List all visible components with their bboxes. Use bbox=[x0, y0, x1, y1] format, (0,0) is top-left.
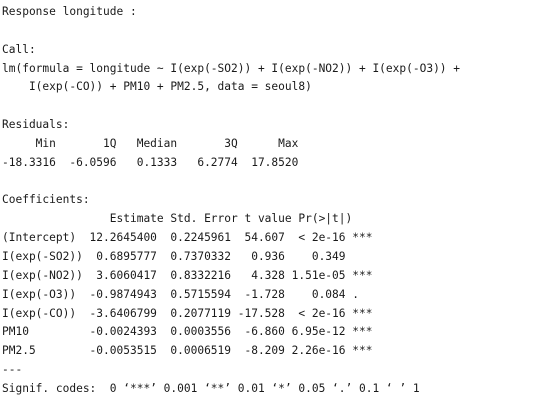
residuals-values-row: -18.3316 -6.0596 0.1333 6.2774 17.8520 bbox=[2, 155, 306, 169]
call-formula-line-1: lm(formula = longitude ~ I(exp(-SO2)) + … bbox=[2, 61, 461, 75]
coef-row-no2: I(exp(-NO2)) 3.6060417 0.8332216 4.328 1… bbox=[2, 268, 373, 282]
coef-row-o3: I(exp(-O3)) -0.9874943 0.5715594 -1.728 … bbox=[2, 287, 373, 301]
signif-codes-line: Signif. codes: 0 ‘***’ 0.001 ‘**’ 0.01 ‘… bbox=[2, 381, 420, 395]
r-console-output: Response longitude : Call: lm(formula = lo… bbox=[2, 3, 460, 399]
call-formula-line-2: I(exp(-CO)) + PM10 + PM2.5, data = seoul… bbox=[2, 80, 312, 94]
coef-row-pm10: PM10 -0.0024393 0.0003556 -6.860 6.95e-1… bbox=[2, 325, 373, 339]
coef-row-intercept: (Intercept) 12.2645400 0.2245961 54.607 … bbox=[2, 231, 373, 245]
coef-row-co: I(exp(-CO)) -3.6406799 0.2077119 -17.528… bbox=[2, 306, 373, 320]
response-header: Response longitude : bbox=[2, 5, 137, 18]
separator-line: --- bbox=[2, 363, 23, 377]
residuals-header-row: Min 1Q Median 3Q Max bbox=[2, 136, 306, 150]
coefficients-label: Coefficients: bbox=[2, 193, 90, 207]
call-label: Call: bbox=[2, 42, 36, 56]
coef-row-pm25: PM2.5 -0.0053515 0.0006519 -8.209 2.26e-… bbox=[2, 344, 373, 358]
coefficients-header-row: Estimate Std. Error t value Pr(>|t|) bbox=[2, 212, 380, 226]
residuals-label: Residuals: bbox=[2, 118, 70, 132]
coef-row-so2: I(exp(-SO2)) 0.6895777 0.7370332 0.936 0… bbox=[2, 249, 373, 263]
